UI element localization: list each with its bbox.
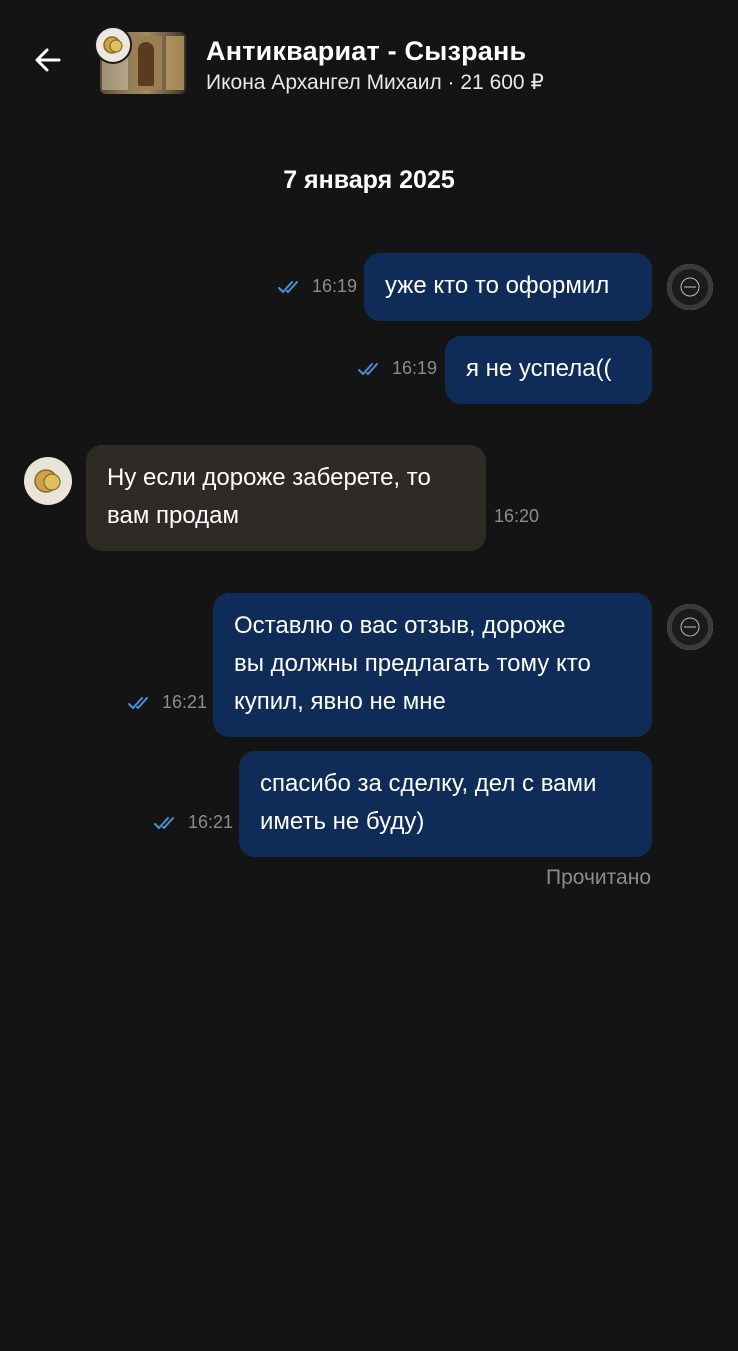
- message-time: 16:19: [392, 358, 438, 378]
- message-time: 16:20: [494, 506, 540, 526]
- shop-avatar[interactable]: [24, 457, 72, 505]
- message-bubble-outgoing[interactable]: уже кто то оформил: [364, 253, 652, 321]
- back-button[interactable]: [28, 40, 68, 80]
- message-meta: 16:20: [494, 506, 539, 527]
- message-text: спасибо за сделку, дел с вами: [260, 770, 597, 797]
- message-meta: 16:21: [128, 692, 207, 713]
- user-avatar[interactable]: [667, 604, 713, 650]
- coin-icon: [103, 36, 123, 54]
- message-text: я не успела((: [466, 355, 612, 382]
- double-check-icon: [278, 279, 304, 295]
- logo-icon: [680, 617, 700, 637]
- double-check-icon: [358, 361, 384, 377]
- message-text: купил, явно не мне: [234, 688, 446, 715]
- arrow-left-icon: [35, 48, 61, 72]
- message-text: вы должны предлагать тому кто: [234, 650, 591, 677]
- message-text: вам продам: [107, 502, 240, 529]
- message-time: 16:19: [312, 276, 358, 296]
- chat-screen: Антиквариат - Сызрань Икона Архангел Мих…: [0, 0, 738, 1351]
- message-meta: 16:19: [358, 358, 437, 379]
- listing-subtitle[interactable]: Икона Архангел Михаил · 21 600 ₽: [206, 70, 544, 95]
- double-check-icon: [154, 815, 180, 831]
- user-avatar[interactable]: [667, 264, 713, 310]
- message-bubble-incoming[interactable]: Ну если дороже заберете, то вам продам: [86, 445, 486, 551]
- message-bubble-outgoing[interactable]: я не успела((: [445, 336, 652, 404]
- double-check-icon: [128, 695, 154, 711]
- message-meta: 16:19: [278, 276, 357, 297]
- coin-icon: [34, 469, 61, 493]
- message-bubble-outgoing[interactable]: Оставлю о вас отзыв, дороже вы должны пр…: [213, 593, 652, 737]
- message-text: Ну если дороже заберете, то: [107, 464, 431, 491]
- read-status: Прочитано: [546, 866, 651, 889]
- message-time: 16:21: [162, 692, 208, 712]
- shop-avatar[interactable]: [94, 26, 132, 64]
- message-text: иметь не буду): [260, 808, 425, 835]
- message-time: 16:21: [188, 812, 234, 832]
- message-text: уже кто то оформил: [385, 272, 610, 299]
- logo-icon: [680, 277, 700, 297]
- message-text: Оставлю о вас отзыв, дороже: [234, 612, 566, 639]
- message-bubble-outgoing[interactable]: спасибо за сделку, дел с вами иметь не б…: [239, 751, 652, 857]
- message-meta: 16:21: [154, 812, 233, 833]
- shop-name[interactable]: Антиквариат - Сызрань: [206, 36, 526, 67]
- date-separator: 7 января 2025: [283, 166, 455, 194]
